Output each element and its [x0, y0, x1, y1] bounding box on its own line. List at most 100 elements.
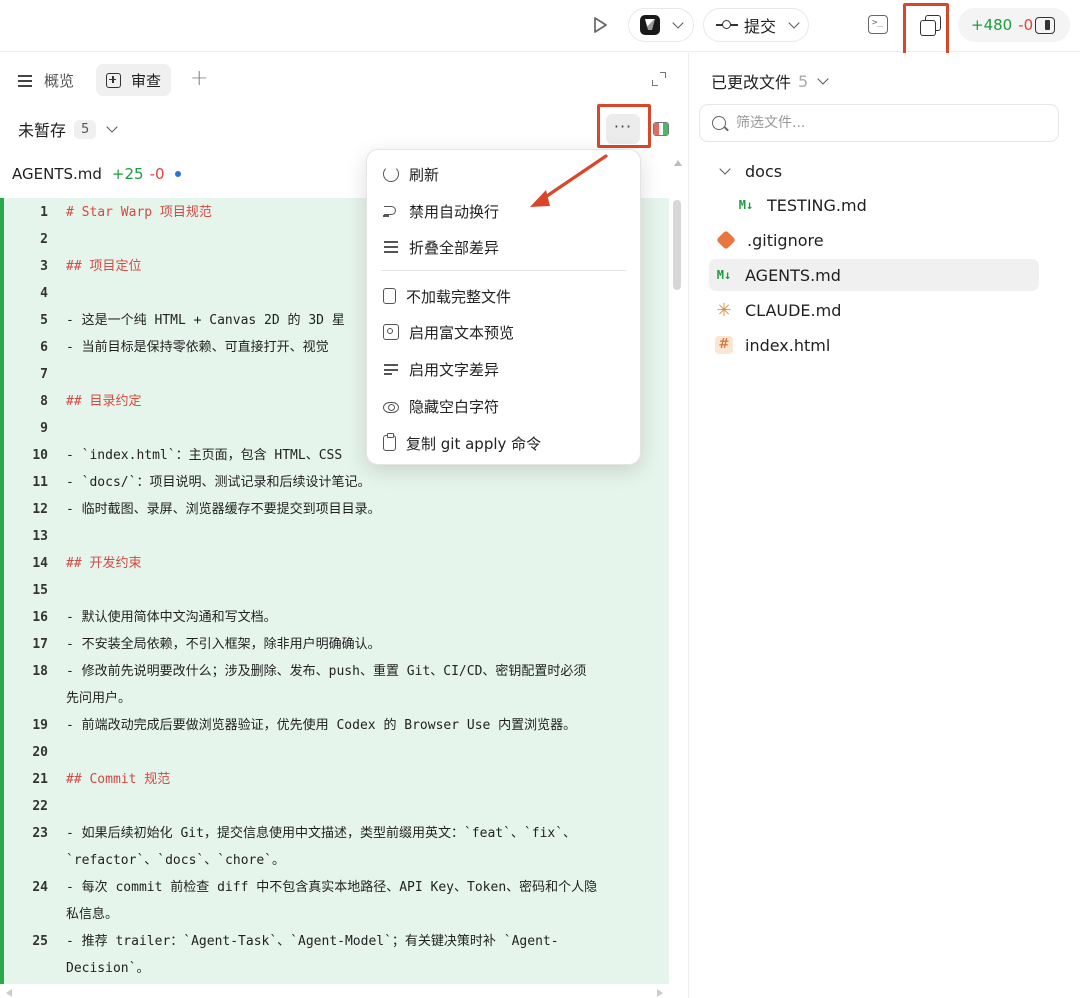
line-number: 21	[32, 772, 48, 787]
commit-button[interactable]: 提交	[703, 8, 809, 42]
tab-overview-label: 概览	[44, 71, 75, 90]
menu-item-hide-whitespace[interactable]: 隐藏空白字符	[367, 388, 640, 424]
commit-label: 提交	[744, 17, 777, 36]
line-code: - 如果后续初始化 Git，提交信息使用中文描述，类型前缀用英文：`feat`、…	[66, 826, 577, 841]
highlight-box-toolbar	[903, 3, 949, 58]
changed-files-header[interactable]: 已更改文件 5	[711, 69, 829, 93]
line-number: 4	[40, 286, 48, 301]
menu-item-label: 启用文字差异	[409, 360, 500, 379]
line-code: - 推荐 trailer：`Agent-Task`、`Agent-Model`；…	[66, 934, 559, 949]
unstaged-count-badge: 5	[74, 119, 97, 139]
text-diff-icon	[383, 361, 399, 377]
line-code: - 修改前先说明要改什么；涉及删除、发布、push、重置 Git、CI/CD、密…	[66, 664, 587, 679]
line-number: 19	[32, 718, 48, 733]
unstaged-section-header[interactable]: 未暂存 5	[18, 116, 118, 142]
menu-item-copy-git-apply[interactable]: 复制 git apply 命令	[367, 425, 640, 461]
line-number: 16	[32, 610, 48, 625]
search-icon	[712, 116, 726, 130]
line-number: 6	[40, 340, 48, 355]
modified-dot	[174, 171, 181, 177]
line-number: 10	[32, 448, 48, 463]
chevron-down-icon	[817, 73, 829, 85]
horizontal-scrollbar[interactable]	[0, 986, 669, 998]
line-code-wrapped: `refactor`、`docs`、`chore`。	[66, 853, 286, 868]
tree-file-index-html[interactable]: # index.html	[713, 329, 1043, 361]
line-code: ## 开发约束	[66, 556, 142, 571]
line-number: 7	[40, 367, 48, 382]
eye-icon	[383, 401, 399, 413]
menu-item-label: 隐藏空白字符	[409, 397, 500, 416]
app-logo-icon	[640, 15, 660, 35]
file-additions: +25	[111, 165, 144, 183]
markdown-icon: M↓	[738, 198, 754, 212]
menu-item-label: 禁用自动换行	[409, 202, 500, 221]
file-deletions: -0	[149, 165, 165, 183]
line-code: - 前端改动完成后要做浏览器验证，优先使用 Codex 的 Browser Us…	[66, 718, 577, 733]
overview-icon	[18, 74, 34, 86]
menu-item-collapse-all[interactable]: 折叠全部差异	[367, 229, 640, 265]
git-icon	[716, 230, 736, 250]
line-number: 13	[32, 529, 48, 544]
menu-item-text-diff[interactable]: 启用文字差异	[367, 351, 640, 387]
tree-file-agents[interactable]: M↓ AGENTS.md	[709, 259, 1039, 291]
tree-file-gitignore[interactable]: .gitignore	[715, 224, 1045, 256]
open-in-app-button[interactable]	[628, 8, 694, 42]
line-code-wrapped: 先问用户。	[66, 691, 132, 706]
tab-overview[interactable]: 概览	[8, 64, 84, 96]
annotation-arrow	[530, 154, 608, 207]
tree-item-label: index.html	[745, 335, 831, 355]
tree-folder-docs[interactable]: docs	[709, 155, 1039, 187]
line-number: 11	[32, 475, 48, 490]
tab-review-label: 审查	[131, 71, 162, 90]
filter-files-field[interactable]	[699, 104, 1059, 142]
line-number: 3	[40, 259, 48, 274]
add-tab-button[interactable]: +	[190, 67, 208, 91]
line-number: 12	[32, 502, 48, 517]
line-number: 5	[40, 313, 48, 328]
line-number: 25	[32, 934, 48, 949]
changed-files-panel: 已更改文件 5 docs M↓ TESTING.md .gitignore M↓…	[688, 53, 1080, 998]
html-icon: #	[715, 336, 733, 354]
diff-file-name: AGENTS.md	[12, 165, 102, 183]
menu-item-label: 启用富文本预览	[409, 323, 515, 342]
menu-item-no-full-file[interactable]: 不加载完整文件	[367, 278, 640, 314]
tree-file-claude[interactable]: ✳ CLAUDE.md	[713, 294, 1043, 326]
tree-item-label: AGENTS.md	[745, 265, 841, 285]
split-view-icon[interactable]	[653, 122, 669, 136]
scroll-up-arrow[interactable]	[674, 160, 682, 166]
line-number: 18	[32, 664, 48, 679]
tree-item-label: .gitignore	[747, 230, 824, 250]
line-code-wrapped: 私信息。	[66, 907, 119, 922]
top-toolbar: 提交 >_ +480 -0	[0, 0, 1080, 58]
run-icon[interactable]	[590, 15, 610, 35]
clipboard-icon	[383, 433, 396, 451]
line-code: - 每次 commit 前检查 diff 中不包含真实本地路径、API Key、…	[66, 880, 598, 895]
line-number: 22	[32, 799, 48, 814]
chevron-down-icon	[672, 17, 684, 29]
filter-files-input[interactable]	[736, 115, 1036, 131]
refresh-icon	[383, 166, 399, 182]
file-icon	[383, 288, 396, 304]
highlight-box-more	[597, 104, 651, 148]
menu-item-rich-preview[interactable]: 启用富文本预览	[367, 314, 640, 350]
expand-icon[interactable]	[652, 72, 666, 86]
tree-item-label: CLAUDE.md	[745, 300, 842, 320]
unstaged-label: 未暂存	[18, 121, 67, 140]
chevron-down-icon	[788, 17, 800, 29]
line-number: 20	[32, 745, 48, 760]
tab-review[interactable]: 审查	[96, 64, 172, 96]
changed-files-count: 5	[798, 71, 809, 91]
line-number: 14	[32, 556, 48, 571]
diff-file-header[interactable]: AGENTS.md +25 -0	[12, 165, 181, 183]
tree-file-testing[interactable]: M↓ TESTING.md	[735, 189, 1065, 221]
line-number: 24	[32, 880, 48, 895]
additions-count: +480	[971, 16, 1013, 34]
diff-stats-button[interactable]: +480 -0	[958, 8, 1070, 42]
menu-separator	[381, 270, 626, 271]
line-code: ## Commit 规范	[66, 772, 171, 787]
vertical-scrollbar[interactable]	[673, 200, 681, 290]
terminal-icon[interactable]: >_	[868, 15, 888, 34]
line-number: 17	[32, 637, 48, 652]
line-code: - 默认使用简体中文沟通和写文档。	[66, 610, 277, 625]
markdown-icon: M↓	[716, 268, 732, 282]
